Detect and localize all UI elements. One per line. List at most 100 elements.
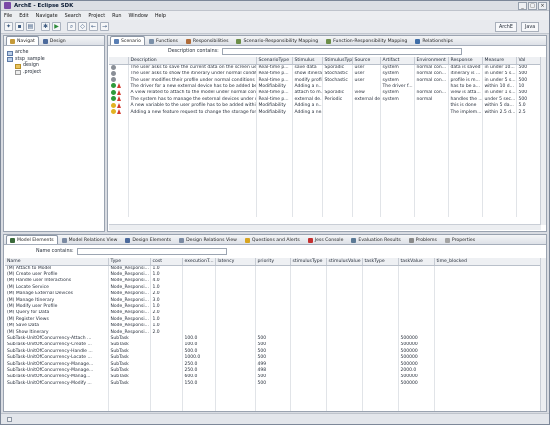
tab-design[interactable]: Design (39, 36, 70, 45)
tree-item-project-file[interactable]: .project (7, 70, 45, 77)
model-column-header[interactable]: executionT... (182, 258, 216, 266)
tab-design-elements[interactable]: Design Elements (121, 235, 175, 244)
menu-project[interactable]: Project (88, 13, 105, 19)
scenario-column-header[interactable]: Stimulus (292, 57, 323, 65)
scenario-column-header[interactable]: Source (352, 57, 381, 65)
menu-help[interactable]: Help (155, 13, 166, 19)
run-icon[interactable]: ▶ (52, 22, 61, 31)
scenario-row[interactable]: The user modifies their profile under no… (109, 76, 541, 84)
model-column-header[interactable]: Name (5, 258, 109, 266)
model-column-header[interactable]: priority (255, 258, 291, 266)
scenario-cell: Real-time p... (256, 89, 293, 97)
perspective-arche[interactable]: ArchE (495, 22, 517, 32)
menu-window[interactable]: Window (129, 13, 148, 19)
model-column-header[interactable]: stimulusValue (326, 258, 363, 266)
mapping-icon (236, 38, 242, 44)
tab-problems[interactable]: Problems (405, 235, 441, 244)
tab-questions-alerts[interactable]: Questions and Alerts (241, 235, 304, 244)
description-filter-input[interactable] (221, 47, 462, 55)
model-vertical-scrollbar[interactable] (540, 258, 546, 411)
tab-design-relations-view[interactable]: Design Relations View (175, 235, 241, 244)
debug-icon[interactable]: ✱ (41, 22, 50, 31)
scenario-vertical-scrollbar[interactable] (540, 57, 546, 225)
search-icon[interactable]: ⌕ (67, 22, 76, 31)
open-type-icon[interactable]: ◇ (78, 22, 87, 31)
tab-function-responsibility-mapping[interactable]: Function-Responsibility Mapping (322, 36, 411, 45)
model-column-header[interactable]: taskType (362, 258, 399, 266)
model-column-header[interactable]: Type (108, 258, 151, 266)
model-column-header[interactable]: latency (215, 258, 256, 266)
scenario-column-header[interactable]: Environment (414, 57, 449, 65)
model-column-header[interactable]: cost (150, 258, 183, 266)
minimize-button[interactable]: _ (518, 2, 527, 10)
tab-properties[interactable]: Properties (441, 235, 479, 244)
scenario-cell: normal con... (414, 64, 449, 71)
tab-functions[interactable]: Functions (145, 36, 182, 45)
perspective-java[interactable]: Java (521, 22, 540, 32)
scenario-column-header[interactable]: StimulusType (322, 57, 353, 65)
empty-cell (414, 211, 449, 218)
close-button[interactable]: × (538, 2, 547, 10)
model-column-header[interactable]: stimulusType (290, 258, 327, 266)
print-icon[interactable]: ▤ (26, 22, 35, 31)
menu-edit[interactable]: Edit (19, 13, 28, 19)
tab-scenario[interactable]: Scenario (110, 36, 145, 45)
main-toolbar: ✦ ▪ ▤ ✱ ▶ ⌕ ◇ ← → (1, 20, 549, 34)
name-filter-input[interactable] (76, 247, 227, 255)
menu-file[interactable]: File (4, 13, 12, 19)
scenario-row[interactable]: The user asks to save the current data o… (109, 64, 541, 71)
scenario-cell: attach to m... (292, 89, 323, 97)
menu-navigate[interactable]: Navigate (36, 13, 58, 19)
save-icon[interactable]: ▪ (15, 22, 24, 31)
scenario-column-header[interactable]: Measure (482, 57, 517, 65)
scenario-cell: Real-time p... (256, 64, 293, 71)
tab-model-relations-view[interactable]: Model Relations View (58, 235, 122, 244)
model-elements-icon (10, 237, 15, 243)
bottom-tabs: Model Elements Model Relations View Desi… (4, 235, 546, 245)
model-cell: SubTask-UnitOfConcurrency-Manage... (5, 367, 109, 374)
new-icon[interactable]: ✦ (4, 22, 13, 31)
scenario-cell: The user modifies their profile under no… (128, 76, 257, 84)
model-cell: SubTask-UnitOfConcurrency-Manage... (5, 360, 109, 368)
title-bar: ArchE - Eclipse SDK _ □ × (1, 1, 549, 11)
scenario-column-header[interactable]: ScenarioType (256, 57, 293, 65)
scenario-column-header[interactable]: Response (448, 57, 483, 65)
tab-scenario-responsibility-mapping[interactable]: Scenario-Responsibility Mapping (232, 36, 322, 45)
scenario-row[interactable]: The system has to manage the external de… (109, 96, 541, 103)
tab-jess-console[interactable]: Jess Console (304, 235, 348, 244)
tab-responsibilities[interactable]: Responsibilities (182, 36, 233, 45)
back-icon[interactable]: ← (89, 22, 98, 31)
model-column-header[interactable]: taskValue (398, 258, 435, 266)
status-column-header[interactable] (109, 57, 129, 65)
empty-cell (326, 405, 363, 411)
tab-evaluation-results[interactable]: Evaluation Results (347, 235, 404, 244)
maximize-button[interactable]: □ (528, 2, 537, 10)
design-relations-icon (179, 237, 185, 243)
tab-relationships[interactable]: Relationships (411, 36, 457, 45)
model-column-header[interactable]: time_blocked (434, 258, 541, 266)
scenario-row[interactable]: The user asks to show the itinerary unde… (109, 70, 541, 77)
scenario-cell: Adding a n... (292, 83, 323, 90)
properties-icon (444, 237, 450, 243)
scenario-column-header[interactable]: Artifact (380, 57, 415, 65)
scenario-cell: external de... (292, 96, 323, 103)
model-cell: Node_Responsi... (108, 303, 151, 310)
menu-search[interactable]: Search (65, 13, 82, 19)
scenario-row[interactable]: A view related to attach to the model un… (109, 89, 541, 97)
scenario-panel: Scenario Functions Responsibilities Scen… (107, 35, 547, 232)
scenario-cell: The user asks to save the current data o… (128, 64, 257, 71)
tab-model-elements[interactable]: Model Elements (6, 235, 58, 244)
empty-cell (255, 405, 291, 411)
tab-navigator[interactable]: Navigat (6, 36, 39, 45)
forward-icon[interactable]: → (100, 22, 109, 31)
scenario-column-header[interactable]: Val (516, 57, 541, 65)
functions-icon (148, 38, 154, 44)
scenario-horizontal-scrollbar[interactable] (109, 224, 541, 230)
scenario-cell: The driver f... (380, 83, 415, 90)
scenario-cell: show itinerary (292, 70, 323, 77)
menu-run[interactable]: Run (112, 13, 121, 19)
design-icon (42, 38, 48, 44)
description-filter: Description contains: (168, 47, 462, 55)
scenario-column-header[interactable]: Description (128, 57, 257, 65)
empty-cell (128, 211, 257, 218)
